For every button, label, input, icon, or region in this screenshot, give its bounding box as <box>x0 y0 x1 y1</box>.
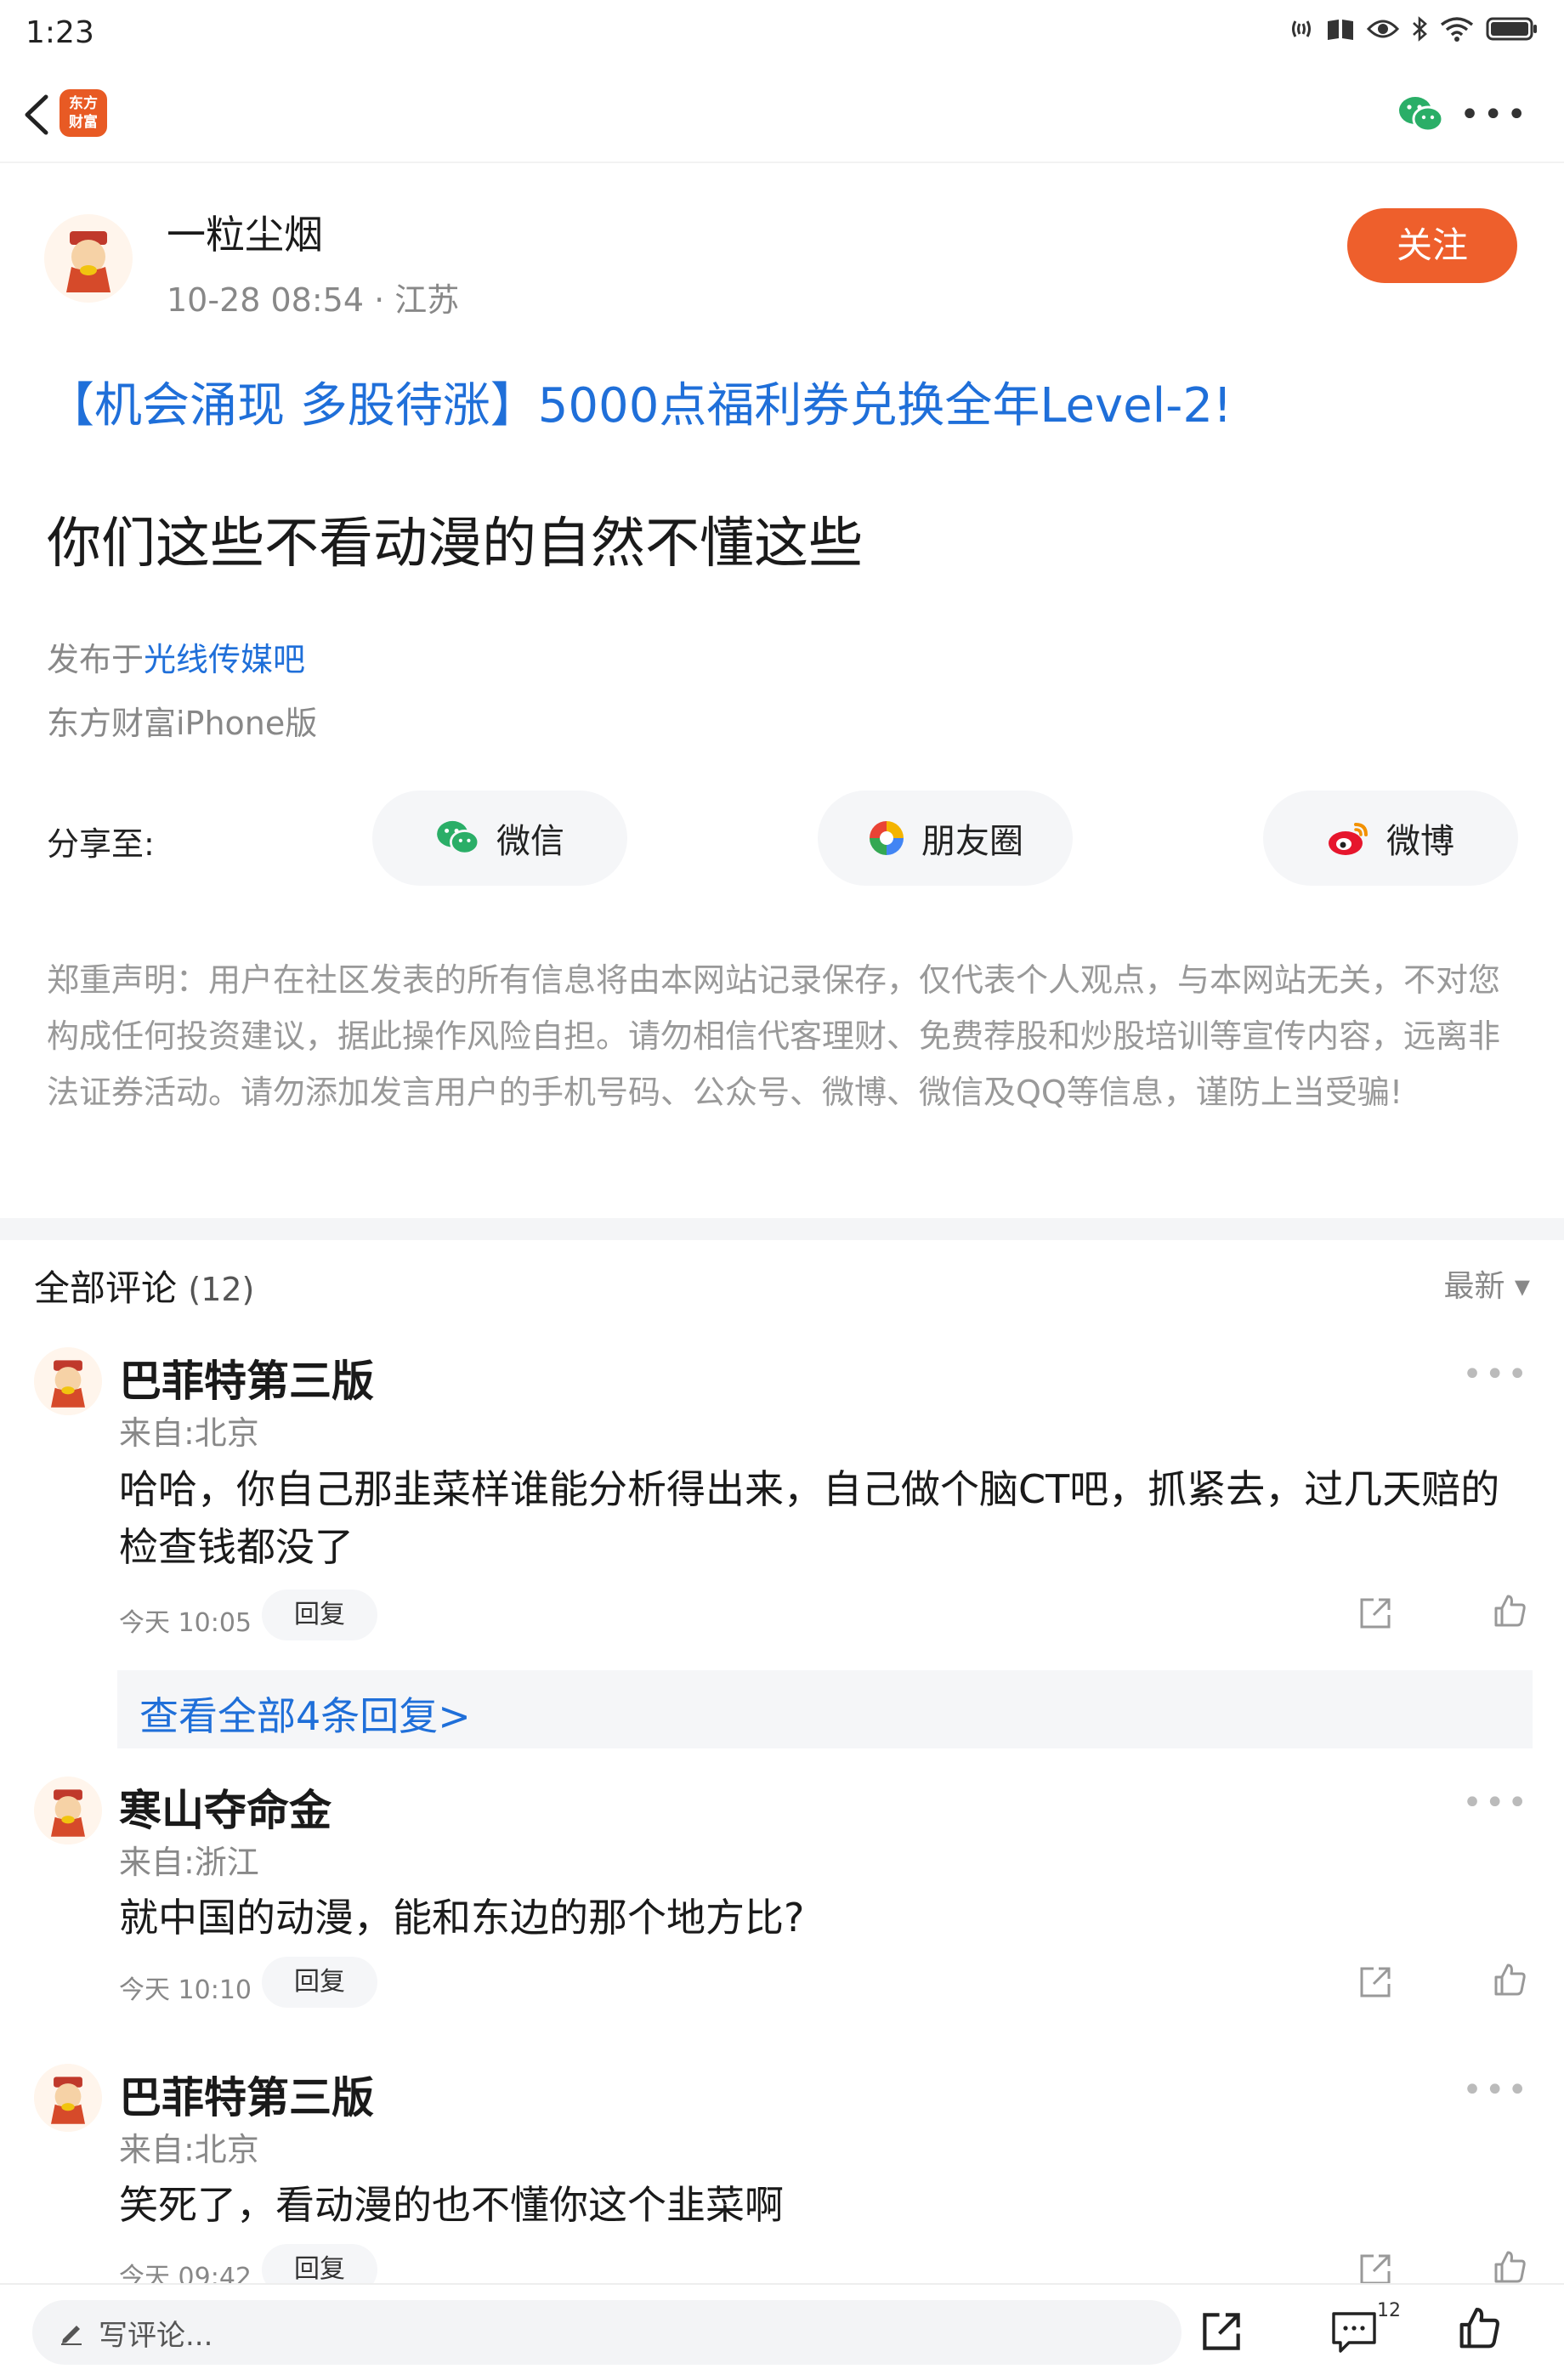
wechat-icon <box>437 820 480 855</box>
status-icons <box>1289 15 1538 42</box>
status-time: 1:23 <box>26 15 94 50</box>
share-moments-label: 朋友圈 <box>921 822 1023 861</box>
share-label: 分享至: <box>47 825 155 863</box>
pencil-icon <box>61 2326 82 2345</box>
wifi-icon <box>1440 17 1474 42</box>
comment-input[interactable]: 写评论... <box>32 2300 1182 2365</box>
back-button[interactable] <box>15 85 58 144</box>
comment-author[interactable]: 巴菲特第三版 <box>119 2064 374 2125</box>
share-wechat-label: 微信 <box>496 822 564 861</box>
eye-icon <box>1367 20 1399 38</box>
share-icon <box>1203 2313 1240 2350</box>
share-weibo-button[interactable]: 微博 <box>1263 790 1518 886</box>
comment-time: 今天 10:10 <box>119 1975 252 2005</box>
battery-icon <box>1486 17 1537 41</box>
comment-text: 就中国的动漫，能和东边的那个地方比? <box>119 1895 805 1941</box>
comment-more-icon[interactable]: ••• <box>1462 1783 1530 1822</box>
comment-avatar[interactable] <box>34 1776 102 1844</box>
like-icon <box>1494 2251 1526 2283</box>
bluetooth-icon <box>1413 16 1427 42</box>
post-title: 你们这些不看动漫的自然不懂这些 <box>47 513 863 575</box>
comment-icon <box>1332 2312 1376 2353</box>
comment-share-button[interactable] <box>1357 1964 1394 2004</box>
comment-like-button[interactable] <box>1491 1593 1528 1634</box>
reply-button[interactable]: 回复 <box>262 1957 377 2008</box>
moments-icon <box>870 821 904 855</box>
back-icon <box>25 94 48 135</box>
promo-link[interactable]: 【机会涌现 多股待涨】5000点福利券兑换全年Level-2! <box>47 367 1232 436</box>
disclaimer: 郑重声明：用户在社区发表的所有信息将由本网站记录保存，仅代表个人观点，与本网站无… <box>47 961 1501 1111</box>
comment-more-icon[interactable]: ••• <box>1462 1355 1530 1394</box>
share-icon <box>1360 1598 1391 1629</box>
share-moments-button[interactable]: 朋友圈 <box>818 790 1073 886</box>
share-wechat-button[interactable]: 微信 <box>372 790 627 886</box>
wechat-icon <box>1399 97 1444 133</box>
weibo-icon <box>1329 823 1368 855</box>
comments-header: 全部评论 (12) <box>34 1267 255 1309</box>
book-icon <box>1328 20 1353 40</box>
comment-location: 来自:北京 <box>119 2131 259 2168</box>
nfc-icon <box>1292 20 1311 37</box>
app-logo: 东方 财富 <box>60 89 107 137</box>
comments-count: (12) <box>188 1271 255 1308</box>
comment-location: 来自:浙江 <box>119 1844 259 1881</box>
author-meta: 10-28 08:54 · 江苏 <box>167 281 460 319</box>
share-icon <box>1360 1967 1391 1998</box>
reply-button[interactable]: 回复 <box>262 1590 377 1640</box>
author-name[interactable]: 一粒尘烟 <box>167 204 323 260</box>
client-label: 东方财富iPhone版 <box>47 705 318 742</box>
post-location: 江苏 <box>394 281 460 319</box>
comment-text: 哈哈，你自己那韭菜样谁能分析得出来，自己做个脑CT吧，抓紧去，过几天赔的检查钱都… <box>119 1466 1500 1570</box>
comment-location: 来自:北京 <box>119 1414 259 1452</box>
section-divider <box>0 1218 1564 1240</box>
bottom-like-button[interactable] <box>1455 2305 1503 2356</box>
comment-input-placeholder: 写评论... <box>99 2318 213 2353</box>
posted-in: 发布于光线传媒吧 <box>47 641 306 678</box>
like-icon <box>1494 1964 1526 1996</box>
bottom-share-button[interactable] <box>1198 2309 1244 2358</box>
post-time: 10-28 08:54 <box>167 281 365 319</box>
comment-time: 今天 10:05 <box>119 1608 252 1638</box>
more-icon[interactable]: ••• <box>1459 98 1530 132</box>
sort-dropdown[interactable]: 最新 ▾ <box>1443 1261 1530 1306</box>
comment-text: 笑死了，看动漫的也不懂你这个韭菜啊 <box>119 2182 784 2228</box>
comment-count-badge: 12 <box>1377 2300 1401 2321</box>
comment-like-button[interactable] <box>1491 1962 1528 2003</box>
bar-link[interactable]: 光线传媒吧 <box>144 641 305 678</box>
like-icon <box>1459 2308 1499 2349</box>
comment-author[interactable]: 巴菲特第三版 <box>119 1347 374 1408</box>
wechat-share-button[interactable] <box>1397 95 1445 138</box>
nav-divider <box>0 162 1564 163</box>
author-avatar[interactable] <box>44 214 133 303</box>
share-weibo-label: 微博 <box>1386 822 1454 861</box>
comment-avatar[interactable] <box>34 1347 102 1415</box>
like-icon <box>1494 1595 1526 1627</box>
comment-more-icon[interactable]: ••• <box>1462 2071 1530 2110</box>
bottom-comment-button[interactable] <box>1330 2309 1378 2358</box>
follow-button[interactable]: 关注 <box>1347 208 1517 283</box>
comment-author[interactable]: 寒山夺命金 <box>119 1776 332 1838</box>
comment-share-button[interactable] <box>1357 1595 1394 1635</box>
comment-avatar[interactable] <box>34 2064 102 2132</box>
view-all-replies[interactable]: 查看全部4条回复> <box>117 1670 1533 1748</box>
